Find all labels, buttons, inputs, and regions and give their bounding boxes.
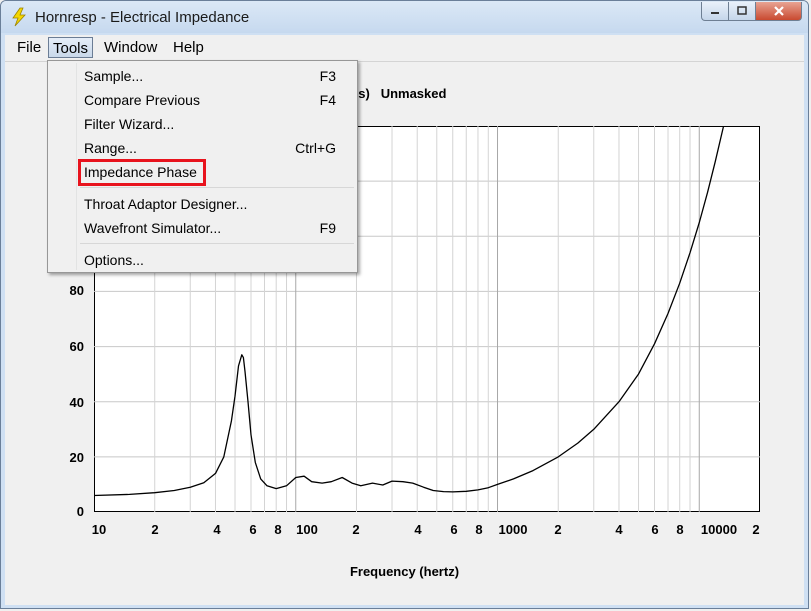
menu-item-label: Options... — [84, 252, 144, 268]
menu-separator — [80, 243, 354, 244]
close-icon — [773, 6, 784, 16]
menu-tools[interactable]: Tools — [48, 37, 94, 58]
menu-item-label: Filter Wizard... — [84, 116, 175, 132]
menu-window[interactable]: Window — [100, 37, 161, 58]
menu-item-label: Throat Adaptor Designer... — [84, 196, 248, 212]
x-tick-label: 2 — [352, 522, 360, 537]
maximize-button[interactable] — [729, 2, 756, 21]
x-tick-label: 2 — [554, 522, 562, 537]
y-tick-label: 80 — [69, 283, 84, 298]
x-axis-title: Frequency (hertz) — [349, 564, 460, 579]
lightning-icon — [12, 7, 26, 27]
menu-item-filter-wizard[interactable]: Filter Wizard... — [78, 113, 356, 135]
minimize-button[interactable] — [701, 2, 729, 21]
window-title: Hornresp - Electrical Impedance — [35, 9, 250, 26]
menu-item-label: Compare Previous — [84, 92, 200, 108]
menu-item-shortcut: F3 — [319, 68, 336, 84]
menu-bar: File Tools Window Help — [5, 35, 804, 61]
menu-item-shortcut: F9 — [319, 220, 336, 236]
menu-item-wavefront-simulator[interactable]: Wavefront Simulator... F9 — [78, 217, 356, 239]
menu-item-throat-adaptor-designer[interactable]: Throat Adaptor Designer... — [78, 193, 356, 215]
menu-item-options[interactable]: Options... — [78, 249, 356, 271]
menu-item-compare-previous[interactable]: Compare Previous F4 — [78, 89, 356, 111]
menu-item-label: Range... — [84, 140, 137, 156]
x-tick-label: 1000 — [498, 522, 528, 537]
x-tick-label: 100 — [296, 522, 318, 537]
y-tick-label: 40 — [69, 395, 84, 410]
y-tick-label: 20 — [69, 450, 84, 465]
menu-item-shortcut: Ctrl+G — [295, 140, 336, 156]
y-tick-label: 60 — [69, 339, 84, 354]
menu-item-label: Sample... — [84, 68, 144, 84]
menu-item-shortcut: F4 — [319, 92, 336, 108]
main-window: Hornresp - Electrical Impedance File Too… — [0, 0, 809, 609]
menu-item-sample[interactable]: Sample... F3 — [78, 65, 356, 87]
x-tick-label: 10 — [91, 522, 107, 537]
menu-file[interactable]: File — [13, 37, 45, 58]
x-tick-label: 2 — [151, 522, 159, 537]
close-button[interactable] — [756, 2, 802, 21]
menu-help[interactable]: Help — [169, 37, 208, 58]
menu-item-label: Wavefront Simulator... — [84, 220, 222, 236]
maximize-icon — [737, 6, 747, 15]
y-tick-label: 0 — [76, 504, 84, 519]
menu-item-range[interactable]: Range... Ctrl+G — [78, 137, 356, 159]
menu-separator — [80, 187, 354, 188]
minimize-icon — [711, 12, 719, 14]
highlight-annotation — [78, 159, 206, 186]
title-bar[interactable]: Hornresp - Electrical Impedance — [1, 1, 808, 33]
x-tick-label: 2 — [752, 522, 760, 537]
